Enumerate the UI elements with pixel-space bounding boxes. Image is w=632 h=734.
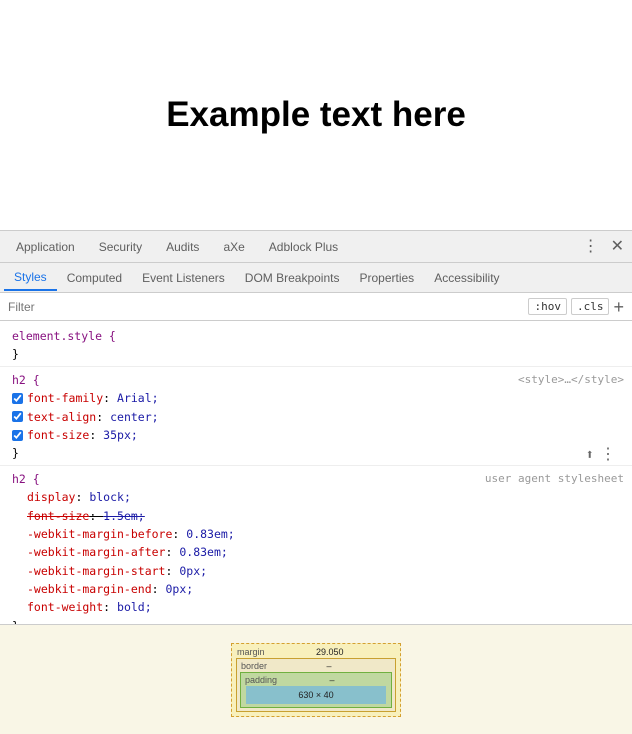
css-ua-margin-end: -webkit-margin-end: 0px; <box>27 580 193 598</box>
more-options-icon[interactable]: ⋮ <box>579 237 603 257</box>
css-ua-margin-after: -webkit-margin-after: 0.83em; <box>27 543 228 561</box>
top-tab-icons: ⋮ ✕ <box>579 237 628 257</box>
css-prop-font-size-checkbox[interactable] <box>12 430 23 441</box>
padding-bottom-row <box>242 704 390 706</box>
tab-axe[interactable]: aXe <box>211 234 256 260</box>
margin-value: 29.050 <box>316 647 344 657</box>
css-h2-selector: h2 { <box>12 371 40 389</box>
css-ua-display-line: display: block; <box>8 488 624 506</box>
filter-actions: :hov .cls + <box>528 298 624 316</box>
margin-label: margin <box>237 647 265 657</box>
css-h2-ua-selector-line: h2 { user agent stylesheet <box>8 470 624 488</box>
subtab-styles[interactable]: Styles <box>4 265 57 291</box>
cls-button[interactable]: .cls <box>571 298 610 315</box>
css-ua-font-weight-line: font-weight: bold; <box>8 598 624 616</box>
border-dash: – <box>327 661 332 671</box>
margin-bottom-row <box>234 712 398 714</box>
css-h2-close-brace: } <box>12 444 19 462</box>
margin-top-row: margin 29.050 <box>234 646 398 658</box>
css-ua-fontsize: font-size: 1.5em; <box>27 507 145 525</box>
css-ua-margin-start: -webkit-margin-start: 0px; <box>27 562 207 580</box>
css-ua-margin-after-line: -webkit-margin-after: 0.83em; <box>8 543 624 561</box>
devtools-panel: Application Security Audits aXe Adblock … <box>0 230 632 734</box>
border-label: border <box>241 661 267 671</box>
devtools-top-tabs: Application Security Audits aXe Adblock … <box>0 231 632 263</box>
css-ua-fontsize-strikethrough: font-size: 1.5em; <box>27 509 145 523</box>
tab-security[interactable]: Security <box>87 234 154 260</box>
css-prop-font-family-line: font-family: Arial; <box>8 389 624 407</box>
subtab-computed[interactable]: Computed <box>57 266 132 290</box>
css-ua-margin-end-line: -webkit-margin-end: 0px; <box>8 580 624 598</box>
css-prop-font-family-checkbox[interactable] <box>12 393 23 404</box>
subtab-event-listeners[interactable]: Event Listeners <box>132 266 235 290</box>
css-ua-fontsize-line: font-size: 1.5em; <box>8 507 624 525</box>
padding-dash: – <box>330 675 335 685</box>
css-prop-font-size: font-size: 35px; <box>27 426 138 444</box>
subtab-dom-breakpoints[interactable]: DOM Breakpoints <box>235 266 350 290</box>
css-prop-text-align-checkbox[interactable] <box>12 411 23 422</box>
css-ua-margin-start-line: -webkit-margin-start: 0px; <box>8 562 624 580</box>
box-model-area: margin 29.050 border – <box>0 624 632 734</box>
close-devtools-button[interactable]: ✕ <box>607 237 628 257</box>
border-bottom-row <box>238 708 394 710</box>
subtab-accessibility[interactable]: Accessibility <box>424 266 509 290</box>
css-prop-text-align: text-align: center; <box>27 408 159 426</box>
add-style-button[interactable]: + <box>613 298 624 316</box>
padding-label: padding <box>245 675 277 685</box>
css-block-element-style: element.style { } <box>0 325 632 366</box>
css-selector-text: element.style { <box>12 327 116 345</box>
css-ua-close-line: } <box>8 617 624 624</box>
css-brace-text: } <box>12 345 19 363</box>
margin-box: margin 29.050 border – <box>231 643 401 717</box>
css-source-style: <style>…</style> <box>518 371 624 389</box>
css-block-h2-style: h2 { <style>…</style> font-family: Arial… <box>0 366 632 465</box>
tab-adblock-plus[interactable]: Adblock Plus <box>257 234 350 260</box>
css-close-brace: } <box>8 345 624 363</box>
css-content: element.style { } h2 { <style>…</style> … <box>0 321 632 624</box>
css-prop-font-size-line: font-size: 35px; <box>8 426 624 444</box>
devtools-sub-tabs: Styles Computed Event Listeners DOM Brea… <box>0 263 632 293</box>
padding-box: padding – 630 × 40 <box>240 672 392 708</box>
box-model-wrapper: margin 29.050 border – <box>0 625 632 734</box>
css-ua-display: display: block; <box>27 488 131 506</box>
content-label: 630 × 40 <box>298 690 333 700</box>
border-top-row: border – <box>238 660 394 672</box>
css-ua-close-brace: } <box>12 617 19 624</box>
css-h2-close-line: } ⬆ ⋮ <box>8 444 624 462</box>
css-h2-selector-line: h2 { <style>…</style> <box>8 371 624 389</box>
subtab-properties[interactable]: Properties <box>349 266 424 290</box>
css-block-h2-ua: h2 { user agent stylesheet display: bloc… <box>0 465 632 624</box>
padding-top-row: padding – <box>242 674 390 686</box>
cursor-arrow-icon: ⬆ <box>586 444 594 466</box>
page-area: Example text here <box>0 0 632 230</box>
tab-application[interactable]: Application <box>4 234 87 260</box>
css-prop-font-family: font-family: Arial; <box>27 389 159 407</box>
css-source-ua: user agent stylesheet <box>485 470 624 488</box>
page-heading: Example text here <box>166 95 466 135</box>
content-box: 630 × 40 <box>246 686 386 704</box>
css-ua-margin-before: -webkit-margin-before: 0.83em; <box>27 525 235 543</box>
box-model: margin 29.050 border – <box>231 643 401 717</box>
css-ua-font-weight: font-weight: bold; <box>27 598 152 616</box>
css-h2-ua-selector: h2 { <box>12 470 40 488</box>
css-prop-text-align-line: text-align: center; <box>8 408 624 426</box>
filter-input[interactable] <box>8 300 528 314</box>
hov-button[interactable]: :hov <box>528 298 567 315</box>
css-ua-margin-before-line: -webkit-margin-before: 0.83em; <box>8 525 624 543</box>
block-more-icon[interactable]: ⋮ <box>600 444 616 464</box>
css-selector-line: element.style { <box>8 327 624 345</box>
border-box: border – padding – <box>236 658 396 712</box>
filter-bar: :hov .cls + <box>0 293 632 321</box>
tab-audits[interactable]: Audits <box>154 234 211 260</box>
